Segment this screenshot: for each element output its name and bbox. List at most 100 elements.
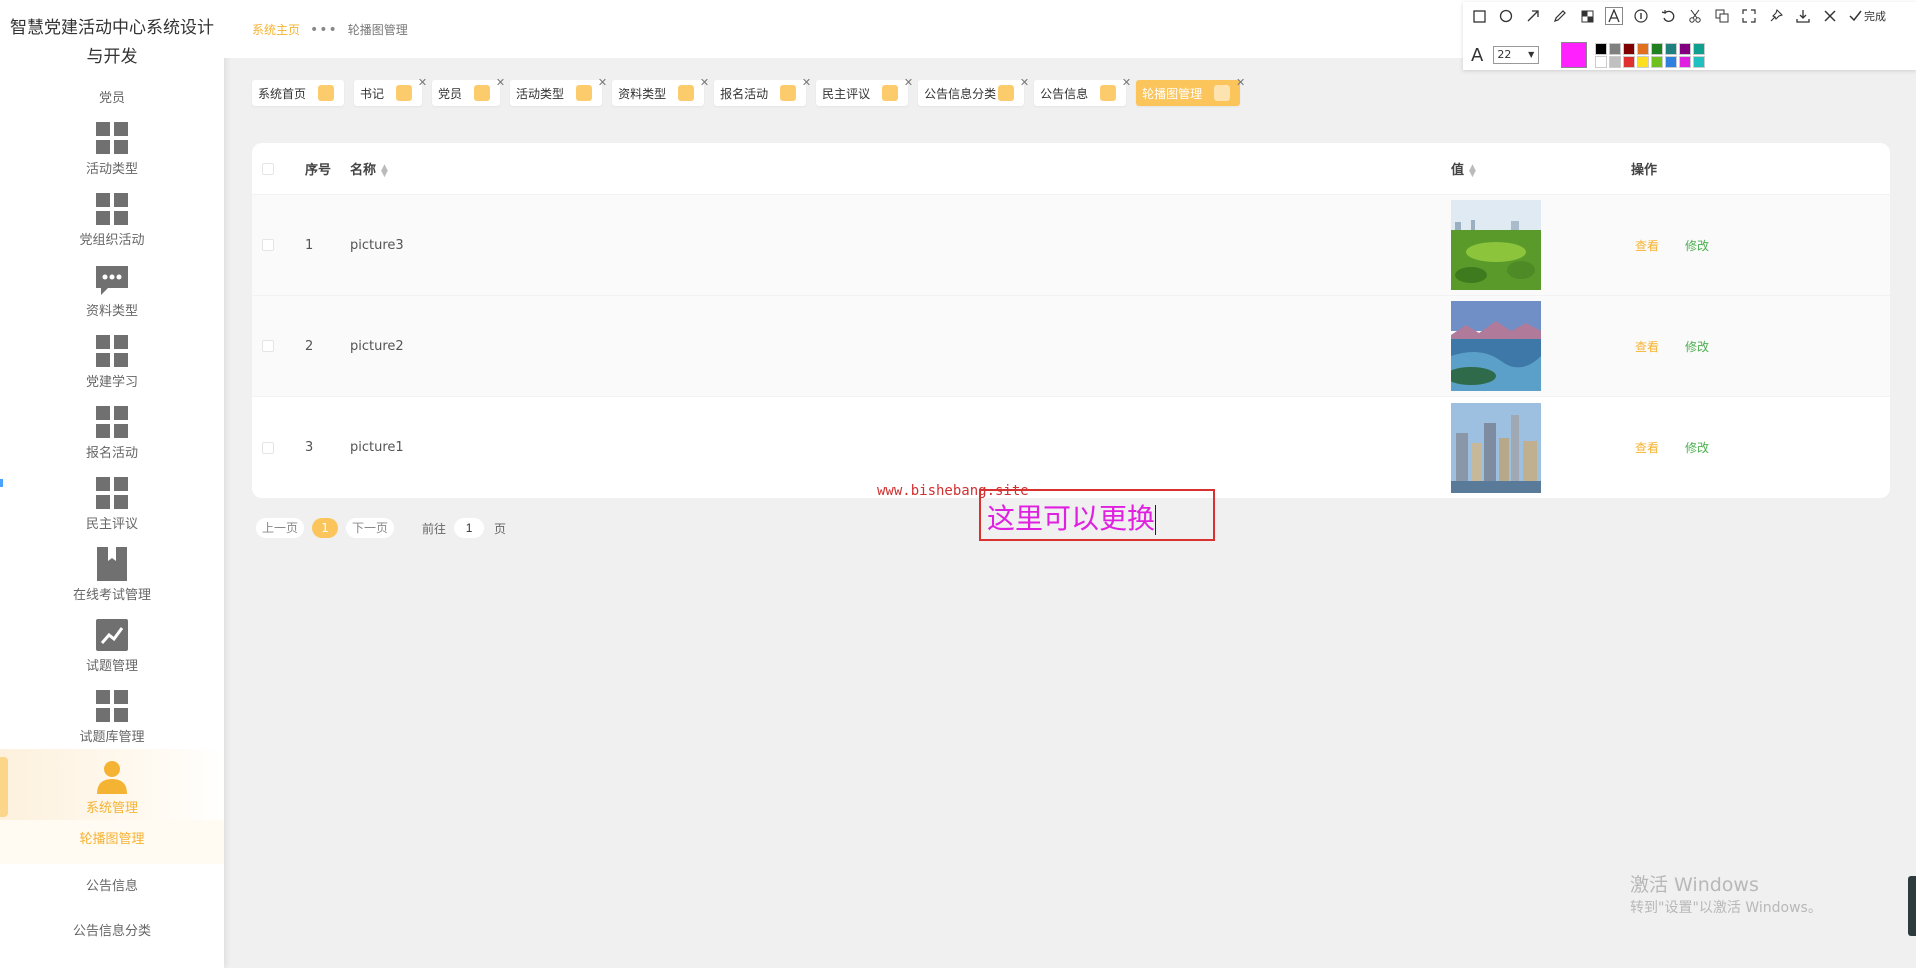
sidebar-subitem-notice[interactable]: 公告信息 — [0, 864, 224, 909]
close-icon[interactable]: ✕ — [802, 76, 811, 89]
header-name[interactable]: 名称 ▲ ▼ — [350, 159, 1451, 178]
header-value[interactable]: 值 ▲ ▼ — [1451, 159, 1631, 178]
sidebar-item-party-activity[interactable]: 党组织活动 — [0, 181, 224, 252]
tab-home[interactable]: 系统首页 — [252, 80, 345, 106]
screenshot-toolbar: 完成 A 22 — [1463, 2, 1916, 70]
text-tool-icon[interactable] — [1605, 7, 1623, 25]
breadcrumb-separator: ••• — [310, 21, 338, 38]
tab-label: 资料类型 — [618, 86, 667, 101]
tab-democratic-review[interactable]: 民主评议 ✕ — [816, 76, 913, 106]
tab-member[interactable]: 党员 ✕ — [432, 76, 505, 106]
color-swatch[interactable] — [1693, 42, 1706, 55]
undo-icon[interactable] — [1660, 8, 1676, 24]
annotation-text[interactable]: 这里可以更换 — [987, 497, 1157, 537]
row-checkbox[interactable] — [262, 340, 274, 352]
color-swatch[interactable] — [1651, 42, 1664, 55]
breadcrumb-home[interactable]: 系统主页 — [252, 21, 300, 38]
select-all-checkbox[interactable] — [262, 162, 274, 175]
user-icon — [95, 760, 129, 794]
color-swatch[interactable] — [1637, 55, 1650, 68]
mosaic-icon[interactable] — [1579, 8, 1595, 24]
copy-icon[interactable] — [1714, 8, 1730, 24]
color-swatch[interactable] — [1651, 55, 1664, 68]
sidebar-subitem-notice-category[interactable]: 公告信息分类 — [0, 909, 224, 954]
close-icon[interactable]: ✕ — [1122, 76, 1131, 89]
color-swatch[interactable] — [1665, 55, 1678, 68]
view-button[interactable]: 查看 — [1635, 237, 1659, 254]
grid-icon — [95, 334, 129, 368]
edit-button[interactable]: 修改 — [1685, 338, 1709, 355]
number-marker-icon[interactable] — [1633, 8, 1649, 24]
color-swatch[interactable] — [1595, 55, 1608, 68]
row-index: 1 — [305, 237, 314, 253]
sidebar-item-question-manage[interactable]: 试题管理 — [0, 607, 224, 678]
edge-handle[interactable] — [1908, 876, 1916, 936]
sidebar-item-label: 党建学习 — [85, 375, 138, 390]
sidebar-section-label[interactable]: 党员 — [0, 88, 224, 110]
row-checkbox[interactable] — [262, 239, 274, 251]
sidebar: 智慧党建活动中心系统设计与开发 党员 活动类型 党组织活动 资料类型 党建学习 … — [0, 0, 224, 968]
sidebar-subitem-carousel[interactable]: 轮播图管理 — [0, 820, 224, 864]
color-swatch[interactable] — [1679, 55, 1692, 68]
close-icon[interactable]: ✕ — [1020, 76, 1029, 89]
view-button[interactable]: 查看 — [1635, 439, 1659, 456]
tab-icon — [318, 85, 335, 101]
sort-icon[interactable]: ▲ ▼ — [381, 163, 388, 178]
sidebar-item-question-bank[interactable]: 试题库管理 — [0, 678, 224, 749]
tab-notice[interactable]: 公告信息 ✕ — [1034, 76, 1131, 106]
color-swatch[interactable] — [1595, 42, 1608, 55]
grid-icon — [95, 689, 129, 723]
next-page-button[interactable]: 下一页 — [346, 518, 395, 538]
close-icon[interactable]: ✕ — [418, 76, 427, 89]
goto-page-input[interactable] — [454, 518, 485, 538]
scissors-icon[interactable] — [1687, 8, 1703, 24]
tab-secretary[interactable]: 书记 ✕ — [354, 76, 427, 106]
color-swatch[interactable] — [1609, 55, 1622, 68]
color-swatch[interactable] — [1637, 42, 1650, 55]
download-icon[interactable] — [1795, 8, 1811, 24]
sidebar-item-party-study[interactable]: 党建学习 — [0, 323, 224, 394]
ellipse-icon[interactable] — [1498, 8, 1514, 24]
sidebar-item-system-manage[interactable]: 系统管理 — [0, 749, 224, 820]
arrow-icon[interactable] — [1525, 8, 1541, 24]
annotation-textbox[interactable]: 这里可以更换 — [979, 489, 1215, 541]
sidebar-item-label: 资料类型 — [85, 304, 138, 319]
row-checkbox[interactable] — [262, 441, 274, 454]
sidebar-item-online-exam[interactable]: 在线考试管理 — [0, 536, 224, 607]
color-swatch[interactable] — [1693, 55, 1706, 68]
tab-material-type[interactable]: 资料类型 ✕ — [612, 76, 709, 106]
color-swatch[interactable] — [1609, 42, 1622, 55]
fullscreen-icon[interactable] — [1741, 8, 1757, 24]
pin-icon[interactable] — [1768, 8, 1784, 24]
rectangle-icon[interactable] — [1471, 8, 1487, 24]
color-swatch[interactable] — [1623, 55, 1636, 68]
sidebar-item-democratic-review[interactable]: 民主评议 — [0, 465, 224, 536]
close-icon[interactable]: ✕ — [496, 76, 505, 89]
current-color-swatch[interactable] — [1561, 42, 1588, 68]
color-swatch[interactable] — [1679, 42, 1692, 55]
color-swatch[interactable] — [1623, 42, 1636, 55]
sort-icon[interactable]: ▲ ▼ — [1469, 163, 1476, 178]
tab-activity-type[interactable]: 活动类型 ✕ — [510, 76, 607, 106]
grid-icon — [95, 192, 129, 226]
tab-carousel[interactable]: 轮播图管理 ✕ — [1136, 76, 1245, 106]
color-swatch[interactable] — [1665, 42, 1678, 55]
view-button[interactable]: 查看 — [1635, 338, 1659, 355]
font-size-select[interactable]: 22 — [1493, 46, 1540, 64]
done-button[interactable]: 完成 — [1849, 8, 1886, 24]
prev-page-button[interactable]: 上一页 — [256, 518, 305, 538]
close-icon[interactable] — [1822, 8, 1838, 24]
tab-signup-activity[interactable]: 报名活动 ✕ — [714, 76, 811, 106]
current-page[interactable]: 1 — [312, 518, 339, 538]
sidebar-item-activity-type[interactable]: 活动类型 — [0, 110, 224, 181]
sidebar-item-signup-activity[interactable]: 报名活动 — [0, 394, 224, 465]
edit-button[interactable]: 修改 — [1685, 439, 1709, 456]
tab-notice-category[interactable]: 公告信息分类 ✕ — [918, 76, 1029, 106]
pencil-icon[interactable] — [1552, 8, 1568, 24]
close-icon[interactable]: ✕ — [700, 76, 709, 89]
close-icon[interactable]: ✕ — [904, 76, 913, 89]
close-icon[interactable]: ✕ — [1236, 76, 1245, 89]
sidebar-item-material-type[interactable]: 资料类型 — [0, 252, 224, 323]
close-icon[interactable]: ✕ — [598, 76, 607, 89]
edit-button[interactable]: 修改 — [1685, 237, 1709, 254]
